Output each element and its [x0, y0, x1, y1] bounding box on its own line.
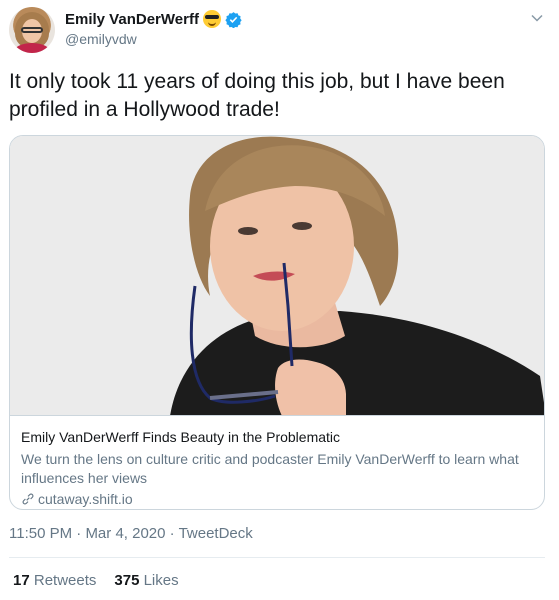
likes-count: 375 [114, 572, 140, 589]
card-title[interactable]: Emily VanDerWerff Finds Beauty in the Pr… [21, 427, 535, 447]
card-description: We turn the lens on culture critic and p… [21, 451, 519, 486]
user-names: Emily VanDerWerff @emilyvdw [65, 10, 242, 47]
link-card[interactable]: Emily VanDerWerff Finds Beauty in the Pr… [9, 135, 545, 510]
card-image[interactable] [10, 136, 544, 416]
tweet-date[interactable]: Mar 4, 2020 [85, 525, 165, 542]
tweet-meta: 11:50 PM · Mar 4, 2020 · TweetDeck [9, 525, 253, 542]
avatar-glasses [21, 27, 43, 33]
verified-badge-icon [225, 11, 242, 28]
tweet-stats: 17 Retweets 375 Likes [13, 572, 179, 589]
chevron-down-icon[interactable] [530, 11, 544, 25]
tweet-header: Emily VanDerWerff @emilyvdw [9, 7, 550, 57]
tweet-source[interactable]: TweetDeck [179, 525, 253, 542]
tweet-time[interactable]: 11:50 PM [9, 525, 72, 542]
avatar[interactable] [9, 7, 55, 53]
meta-separator-2: · [169, 525, 175, 542]
avatar-shirt [13, 43, 51, 53]
meta-separator: · [76, 525, 82, 542]
tweet-text: It only took 11 years of doing this job,… [9, 70, 505, 121]
retweets-label: Retweets [33, 572, 97, 589]
link-icon [22, 493, 34, 505]
retweets-stat[interactable]: 17 Retweets [13, 572, 96, 589]
user-handle[interactable]: @emilyvdw [65, 31, 242, 47]
card-domain-row[interactable]: cutaway.shift.io [21, 491, 535, 507]
likes-label: Likes [143, 572, 179, 589]
card-domain[interactable]: cutaway.shift.io [38, 491, 133, 507]
display-name[interactable]: Emily VanDerWerff [65, 11, 199, 28]
retweets-count: 17 [13, 572, 30, 589]
likes-stat[interactable]: 375 Likes [114, 572, 178, 589]
card-body[interactable]: Emily VanDerWerff Finds Beauty in the Pr… [10, 417, 544, 509]
divider [9, 557, 545, 558]
display-name-row: Emily VanDerWerff [65, 10, 242, 28]
portrait-photo [10, 136, 544, 415]
sunglasses-emoji-icon [202, 10, 221, 28]
